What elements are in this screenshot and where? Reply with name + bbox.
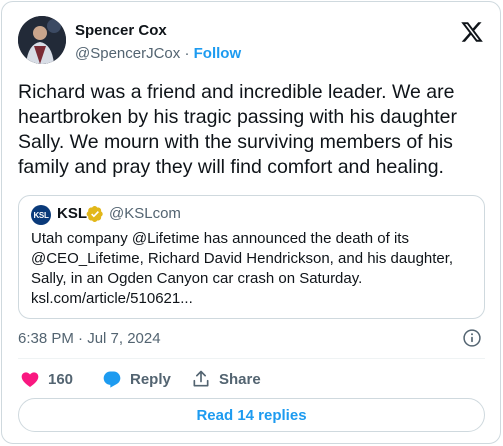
tweet-timestamp[interactable]: 6:38 PM · Jul 7, 2024 [18, 330, 161, 347]
x-logo-icon[interactable] [460, 20, 484, 44]
author-avatar[interactable] [18, 16, 66, 64]
divider [18, 358, 485, 359]
author-meta: @SpencerJCox · Follow [75, 45, 241, 62]
follow-button[interactable]: Follow [194, 45, 242, 62]
author-name[interactable]: Spencer Cox [75, 22, 167, 39]
share-label: Share [219, 370, 261, 388]
quote-avatar[interactable]: KSL [31, 205, 51, 225]
tweet-text: Richard was a friend and incredible lead… [18, 81, 457, 178]
share-button[interactable]: Share [191, 369, 261, 389]
read-replies-button[interactable]: Read 14 replies [18, 398, 485, 432]
quoted-tweet[interactable]: KSL KSL @KSLcom Utah company @Lifetime h… [18, 195, 485, 319]
heart-icon [21, 372, 39, 387]
share-icon [193, 370, 209, 387]
reply-icon [103, 371, 121, 388]
tweet-card: Spencer Cox @SpencerJCox · Follow Richar… [1, 1, 501, 444]
quote-author-name[interactable]: KSL [57, 205, 87, 222]
quote-text: Utah company @Lifetime has announced the… [31, 230, 454, 307]
reply-label: Reply [130, 370, 171, 388]
reply-button[interactable]: Reply [102, 369, 171, 389]
quote-author-handle[interactable]: @KSLcom [109, 205, 181, 222]
like-count: 160 [48, 370, 74, 388]
meta-separator: · [180, 45, 194, 62]
verified-icon [86, 205, 103, 223]
info-icon[interactable] [462, 328, 482, 348]
author-handle[interactable]: @SpencerJCox [75, 45, 180, 62]
like-button[interactable]: 160 [20, 369, 73, 389]
